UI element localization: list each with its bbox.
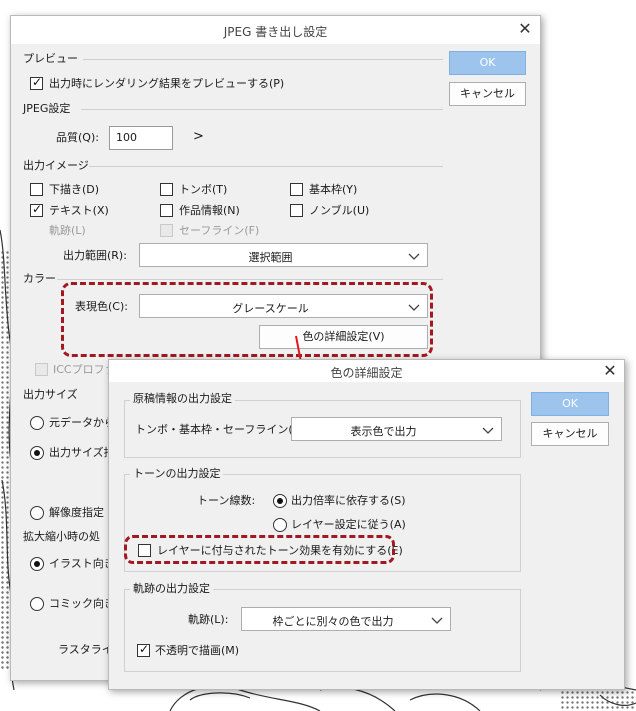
illustration-radio[interactable] — [30, 557, 44, 571]
ok-button[interactable]: OK — [531, 392, 609, 416]
opaque-draw-label: 不透明で描画(M) — [155, 644, 240, 657]
text-label: テキスト(X) — [49, 204, 109, 217]
tone-effect-highlight — [124, 535, 395, 564]
trace-section-label: 軌跡の出力設定 — [130, 582, 213, 596]
icc-profile-checkbox[interactable] — [35, 363, 48, 376]
manuscript-color-value: 表示色で出力 — [350, 425, 417, 438]
check-icon: ✓ — [32, 202, 43, 216]
radio-dot — [34, 561, 40, 567]
tone-scale-label: 出力倍率に依存する(S) — [291, 494, 406, 507]
dialog-title: JPEG 書き出し設定 — [223, 25, 328, 39]
quality-slider-toggle[interactable]: > — [193, 130, 204, 144]
tone-layer-radio[interactable] — [273, 518, 287, 532]
safe-line-checkbox[interactable] — [160, 224, 173, 237]
by-resolution-label: 解像度指定 — [49, 506, 104, 519]
radio-dot — [34, 450, 40, 456]
icc-profile-label: ICCプロファ — [53, 363, 116, 376]
jpeg-section-label: JPEG設定 — [23, 102, 71, 115]
by-resolution-radio[interactable] — [30, 506, 44, 520]
tone-layer-label: レイヤー設定に従う(A) — [291, 518, 406, 531]
color-section-highlight — [61, 282, 433, 357]
divider — [83, 59, 443, 60]
color-detail-dialog: 色の詳細設定 ✕ OK キャンセル 原稿情報の出力設定 トンボ・基本枠・セーフラ… — [108, 359, 625, 690]
cancel-button[interactable]: キャンセル — [449, 82, 526, 106]
manuscript-label: トンボ・基本枠・セーフライン(T): — [135, 423, 308, 436]
output-image-section-label: 出力イメージ — [23, 159, 89, 172]
trace-label: 軌跡(L) — [49, 224, 86, 237]
tone-scale-radio[interactable] — [273, 494, 287, 508]
cancel-button[interactable]: キャンセル — [531, 422, 609, 446]
opaque-draw-checkbox[interactable]: ✓ — [137, 642, 150, 657]
dialog-title: 色の詳細設定 — [330, 366, 403, 380]
from-original-radio[interactable] — [30, 416, 44, 430]
tombo-checkbox[interactable] — [160, 183, 173, 196]
trace-label: 軌跡(L): — [188, 613, 229, 626]
quality-label: 品質(Q): — [56, 131, 99, 144]
chevron-down-icon — [482, 427, 494, 434]
render-preview-label: 出力時にレンダリング結果をプレビューする(P) — [49, 77, 285, 90]
ok-button[interactable]: OK — [449, 51, 526, 75]
output-range-label: 出力範囲(R): — [63, 249, 127, 262]
close-icon[interactable]: ✕ — [517, 21, 533, 37]
by-output-size-label: 出力サイズ指 — [49, 446, 115, 459]
chevron-down-icon — [431, 617, 443, 624]
divider — [89, 166, 443, 167]
output-range-value: 選択範囲 — [248, 251, 293, 264]
divider — [81, 109, 443, 110]
close-icon[interactable]: ✕ — [602, 363, 618, 379]
dialog-titlebar: JPEG 書き出し設定 ✕ — [11, 16, 540, 44]
check-icon: ✓ — [139, 642, 150, 656]
output-range-select[interactable]: 選択範囲 — [139, 243, 428, 267]
comic-radio[interactable] — [30, 597, 44, 611]
trace-checkbox[interactable] — [30, 224, 43, 237]
text-checkbox[interactable]: ✓ — [30, 202, 43, 217]
nombre-checkbox[interactable] — [290, 204, 303, 217]
radio-dot — [277, 498, 283, 504]
color-section-label: カラー — [23, 272, 56, 285]
draft-label: 下描き(D) — [49, 183, 100, 196]
draft-checkbox[interactable] — [30, 183, 43, 196]
trace-color-value: 枠ごとに別々の色で出力 — [272, 615, 394, 628]
base-frame-label: 基本枠(Y) — [309, 183, 358, 196]
by-output-size-radio[interactable] — [30, 446, 44, 460]
preview-section-label: プレビュー — [23, 52, 78, 65]
dialog-titlebar: 色の詳細設定 ✕ — [109, 360, 624, 382]
quality-input[interactable]: 100 — [109, 126, 173, 150]
work-info-label: 作品情報(N) — [179, 204, 240, 217]
chevron-down-icon — [408, 253, 420, 260]
tone-section-label: トーンの出力設定 — [130, 467, 224, 481]
from-original-label: 元データから — [49, 416, 115, 429]
nombre-label: ノンブル(U) — [309, 204, 370, 217]
manuscript-color-select[interactable]: 表示色で出力 — [291, 417, 502, 441]
safe-line-label: セーフライン(F) — [179, 224, 260, 237]
work-info-checkbox[interactable] — [160, 204, 173, 217]
scaling-section-label: 拡大縮小時の処 — [23, 530, 100, 543]
tombo-label: トンボ(T) — [179, 183, 228, 196]
divider — [57, 279, 443, 280]
trace-color-select[interactable]: 枠ごとに別々の色で出力 — [241, 607, 451, 631]
output-size-section-label: 出力サイズ — [23, 388, 78, 401]
render-preview-checkbox[interactable]: ✓ — [30, 75, 43, 90]
tone-lines-label: トーン線数: — [197, 494, 256, 507]
manuscript-section-label: 原稿情報の出力設定 — [130, 392, 235, 406]
check-icon: ✓ — [32, 75, 43, 89]
base-frame-checkbox[interactable] — [290, 183, 303, 196]
